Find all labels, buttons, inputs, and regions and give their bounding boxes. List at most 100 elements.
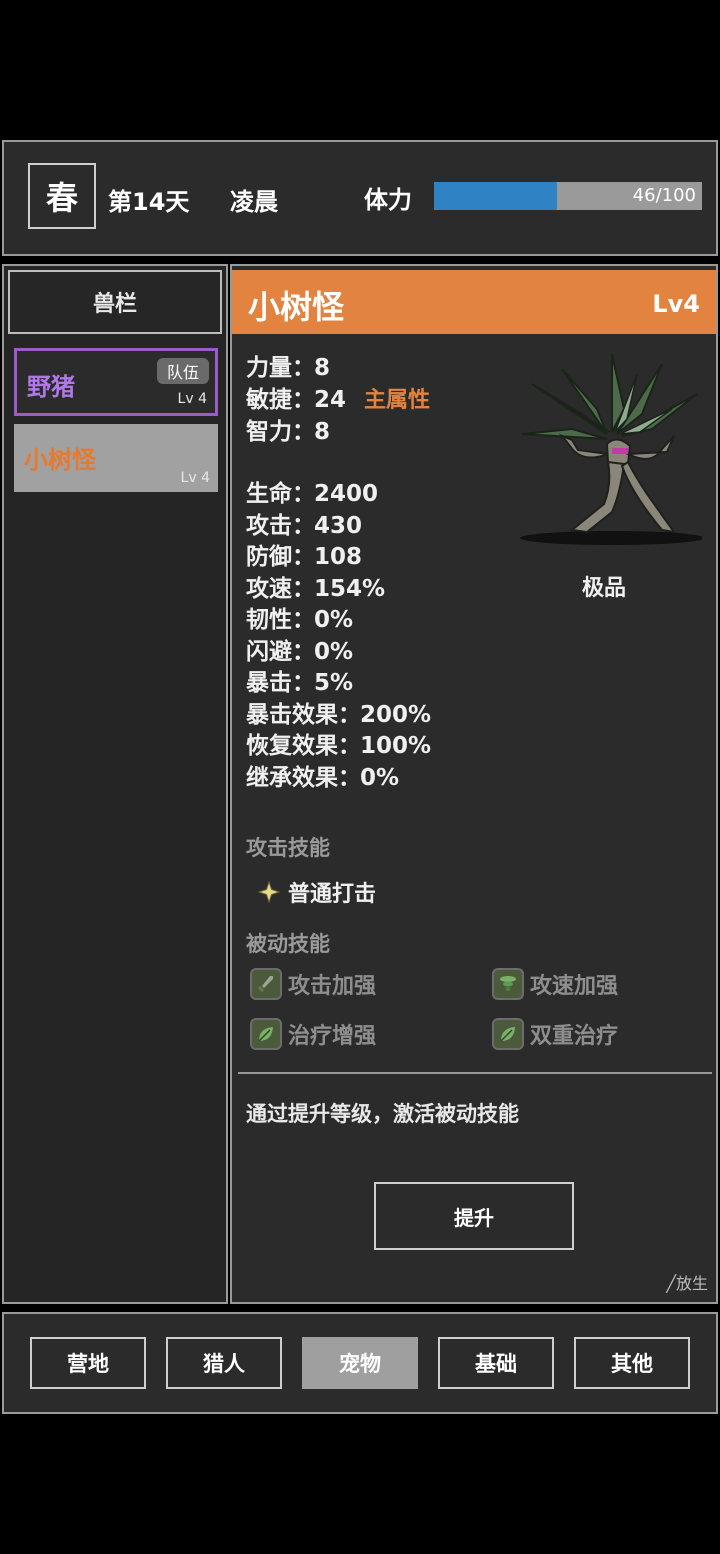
stat-label: 继承效果 — [246, 764, 338, 791]
stat-value: 24 — [314, 387, 347, 413]
season-indicator: 春 — [28, 163, 96, 229]
stat-value: 8 — [314, 355, 331, 381]
stat-label: 暴击效果 — [246, 701, 338, 728]
stat-colon: ： — [292, 670, 315, 696]
stat-agility: 敏捷：24 主属性 — [246, 380, 430, 414]
pet-level: Lv 4 — [177, 391, 207, 407]
combat-stat-row: 韧性：0% — [246, 600, 353, 634]
stamina-bar-fill — [434, 182, 558, 210]
pet-list-title: 兽栏 — [8, 270, 222, 334]
stat-colon: ： — [292, 607, 315, 633]
pet-level: Lv 4 — [180, 470, 210, 486]
pet-detail-panel: 小树怪 Lv4 力量：8 敏捷：24 主属性 智力：8 生命：2400 攻击：430… — [230, 264, 718, 1304]
passive-skill-name: 攻击加强 — [288, 974, 377, 999]
tab-pets[interactable]: 宠物 — [302, 1337, 418, 1389]
combat-stat-row: 生命：2400 — [246, 474, 378, 508]
divider — [238, 1072, 712, 1074]
stat-label: 恢复效果 — [246, 733, 338, 759]
attack-skill-title: 攻击技能 — [246, 836, 330, 860]
stat-intelligence: 智力：8 — [246, 412, 330, 446]
stat-colon: ： — [292, 544, 315, 570]
stat-strength: 力量：8 — [246, 348, 330, 382]
status-header: 春 第14天 凌晨 体力 46/100 — [2, 140, 718, 256]
stat-value: 0% — [360, 764, 400, 791]
stat-value: 0% — [314, 638, 354, 665]
stat-label: 敏捷 — [246, 387, 292, 413]
time-of-day: 凌晨 — [230, 188, 278, 216]
combat-stat-row: 防御：108 — [246, 537, 362, 571]
stat-colon: ： — [292, 387, 315, 413]
leaf-heal-icon — [492, 1018, 524, 1050]
stat-label: 攻击 — [246, 512, 292, 539]
pet-quality: 极品 — [582, 576, 627, 601]
stat-colon: ： — [292, 575, 315, 602]
stat-label: 攻速 — [246, 575, 292, 602]
stat-label: 暴击 — [246, 670, 292, 696]
team-badge: 队伍 — [156, 358, 209, 384]
day-counter: 第14天 — [108, 188, 190, 216]
stat-label: 智力 — [246, 419, 292, 445]
stamina-label: 体力 — [364, 186, 412, 214]
passive-skill-name: 治疗增强 — [288, 1024, 377, 1049]
treant-monster-sprite — [520, 354, 702, 545]
stat-label: 生命 — [246, 481, 292, 507]
tab-other[interactable]: 其他 — [574, 1337, 690, 1389]
passive-skill-name: 攻速加强 — [530, 974, 619, 999]
pet-name: 野猪 — [27, 373, 75, 401]
tab-basics[interactable]: 基础 — [438, 1337, 554, 1389]
main-attribute-tag: 主属性 — [364, 388, 431, 413]
combat-stat-row: 继承效果：0% — [246, 758, 399, 792]
pet-name: 小树怪 — [24, 446, 96, 474]
bottom-nav: 营地 猎人 宠物 基础 其他 — [2, 1312, 718, 1414]
stat-value: 100% — [360, 733, 432, 759]
stat-colon: ： — [338, 733, 361, 759]
release-pet-button[interactable]: ╱放生 — [666, 1270, 708, 1294]
stat-colon: ： — [292, 481, 315, 507]
stat-colon: ： — [292, 419, 315, 445]
level-up-hint: 通过提升等级，激活被动技能 — [246, 1102, 519, 1126]
tab-hunter[interactable]: 猎人 — [166, 1337, 282, 1389]
pet-list-item-boar[interactable]: 野猪 队伍 Lv 4 — [14, 348, 218, 416]
attack-skill-item[interactable]: 普通打击 — [258, 876, 376, 908]
stat-colon: ： — [338, 764, 361, 791]
stat-value: 108 — [314, 544, 363, 570]
stat-value: 8 — [314, 419, 331, 445]
stat-colon: ： — [338, 701, 361, 728]
passive-skill-title: 被动技能 — [246, 932, 330, 956]
leaf-heal-icon — [250, 1018, 282, 1050]
upgrade-button[interactable]: 提升 — [374, 1182, 574, 1250]
pet-list-item-treant[interactable]: 小树怪 Lv 4 — [14, 424, 218, 492]
stat-value: 2400 — [314, 481, 379, 507]
combat-stat-row: 暴击：5% — [246, 663, 353, 697]
stat-label: 防御 — [246, 544, 292, 570]
passive-skill-speed-boost[interactable]: 攻速加强 — [492, 968, 618, 1000]
stat-label: 力量 — [246, 355, 292, 381]
stat-value: 5% — [314, 670, 354, 696]
pet-title-bar: 小树怪 Lv4 — [232, 270, 716, 334]
combat-stat-row: 攻速：154% — [246, 569, 385, 603]
sparkle-icon — [258, 881, 280, 903]
passive-skill-double-heal[interactable]: 双重治疗 — [492, 1018, 618, 1050]
combat-stat-row: 闪避：0% — [246, 632, 353, 666]
passive-skill-attack-boost[interactable]: 攻击加强 — [250, 968, 376, 1000]
stat-value: 154% — [314, 575, 386, 602]
stamina-value: 46/100 — [632, 185, 696, 206]
attack-skill-name: 普通打击 — [288, 882, 377, 907]
stat-colon: ： — [292, 638, 315, 665]
stamina-bar: 46/100 — [434, 182, 702, 210]
stat-value: 200% — [360, 701, 432, 728]
combat-stat-row: 暴击效果：200% — [246, 695, 431, 729]
stat-label: 闪避 — [246, 638, 292, 665]
stat-value: 430 — [314, 512, 363, 539]
pet-title: 小树怪 — [248, 288, 345, 326]
passive-skill-heal-boost[interactable]: 治疗增强 — [250, 1018, 376, 1050]
stat-label: 韧性 — [246, 607, 292, 633]
passive-skill-name: 双重治疗 — [530, 1024, 619, 1049]
pet-level-title: Lv4 — [652, 290, 700, 318]
pet-list-panel: 兽栏 野猪 队伍 Lv 4 小树怪 Lv 4 — [2, 264, 228, 1304]
stat-value: 0% — [314, 607, 354, 633]
combat-stat-row: 攻击：430 — [246, 506, 362, 540]
whirlwind-icon — [492, 968, 524, 1000]
tab-camp[interactable]: 营地 — [30, 1337, 146, 1389]
stat-colon: ： — [292, 512, 315, 539]
